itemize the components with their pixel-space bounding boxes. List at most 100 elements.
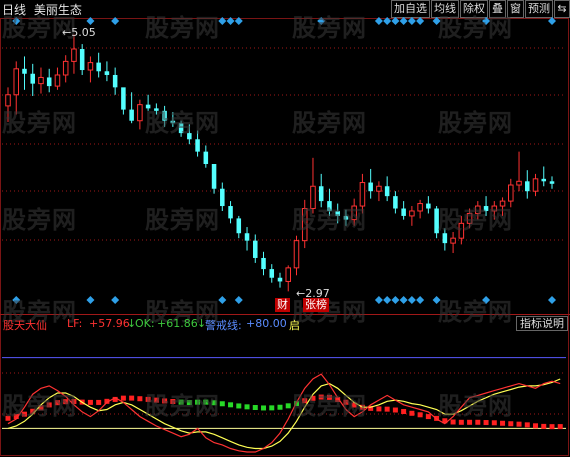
trend-dot xyxy=(417,412,423,418)
candle-body xyxy=(211,164,217,189)
trend-dot xyxy=(129,395,135,401)
candle-body xyxy=(228,206,233,219)
lf-label: LF: xyxy=(67,317,83,330)
trend-dot xyxy=(516,421,522,427)
watermark: 股旁网 xyxy=(292,206,367,234)
watermark: 股旁网 xyxy=(438,14,513,42)
candle-body xyxy=(269,269,275,278)
trend-dot xyxy=(228,402,234,408)
watermark: 股旁网 xyxy=(145,206,220,234)
candle-body xyxy=(253,240,258,258)
signal-diamond xyxy=(86,296,95,304)
watermark: 股旁网 xyxy=(2,392,77,420)
candle-body xyxy=(318,186,324,202)
trend-dot xyxy=(277,404,283,410)
watermark: 股旁网 xyxy=(2,109,77,137)
list-tag[interactable]: 张榜 xyxy=(303,298,329,312)
candle-body xyxy=(532,178,539,192)
candle-body xyxy=(285,267,292,282)
finance-tag[interactable]: 财 xyxy=(275,298,290,312)
cursor-mark: 启 xyxy=(289,319,300,332)
indicator-name: 股天大仙 xyxy=(3,319,47,332)
signal-diamond xyxy=(111,296,120,304)
watermark: 股旁网 xyxy=(292,14,367,42)
ok-value: +61.86 xyxy=(157,317,198,330)
candle-body xyxy=(62,60,69,76)
trend-dot xyxy=(524,422,530,428)
candle-body xyxy=(71,48,77,62)
trend-dot xyxy=(401,408,407,414)
watermark: 股旁网 xyxy=(292,109,367,137)
trend-dot xyxy=(244,404,250,410)
trend-dot xyxy=(500,420,506,426)
candle-body xyxy=(38,76,44,85)
candle-body xyxy=(203,151,209,164)
candle-body xyxy=(79,49,85,71)
candle-body xyxy=(112,74,118,88)
trend-dot xyxy=(96,399,102,405)
trend-dot xyxy=(392,407,398,413)
candle-body xyxy=(121,87,126,110)
candle-body xyxy=(409,210,415,217)
candle-body xyxy=(277,277,283,282)
candle-body xyxy=(516,180,522,186)
trend-dot xyxy=(219,401,225,407)
trend-dot xyxy=(87,399,93,405)
trend-dot xyxy=(557,424,563,430)
candle-body xyxy=(236,218,242,234)
candle-body xyxy=(129,109,134,121)
candle-body xyxy=(508,184,514,202)
high-price-label: ←5.05 xyxy=(62,26,96,39)
watermark: 股旁网 xyxy=(145,392,220,420)
trend-dot xyxy=(409,410,415,416)
candle-body xyxy=(525,181,530,192)
candle-body xyxy=(541,178,547,182)
candle-body xyxy=(46,77,52,87)
trend-dot xyxy=(285,403,291,409)
warn-value: +80.00 xyxy=(246,317,287,330)
trend-dot xyxy=(425,414,431,420)
signal-diamond xyxy=(548,296,556,304)
candle-body xyxy=(22,68,27,74)
signal-diamond xyxy=(234,296,243,304)
ok-label: OK: xyxy=(135,317,155,330)
trend-dot xyxy=(236,403,242,409)
watermark: 股旁网 xyxy=(2,206,77,234)
candle-body xyxy=(195,139,200,152)
candle-body xyxy=(87,62,94,71)
candle-body xyxy=(96,62,101,72)
watermark: 股旁网 xyxy=(145,14,220,42)
candle-body xyxy=(293,240,300,269)
trend-dot xyxy=(508,421,514,427)
candle-body xyxy=(450,237,456,244)
candle-body xyxy=(261,257,266,270)
candle-body xyxy=(417,203,423,212)
trend-dot xyxy=(541,423,547,429)
candle-body xyxy=(393,196,398,209)
signal-diamond xyxy=(407,296,416,304)
signal-diamond xyxy=(383,296,392,304)
candle-body xyxy=(368,182,373,192)
candle-body xyxy=(244,233,250,241)
signal-diamond xyxy=(399,296,408,304)
lf-value: +57.96 xyxy=(89,317,130,330)
candle-body xyxy=(549,181,555,184)
candle-body xyxy=(384,186,390,197)
trend-dot xyxy=(252,405,258,411)
candle-body xyxy=(54,74,61,87)
signal-diamond xyxy=(416,296,425,304)
trend-dot xyxy=(269,405,275,411)
candle-body xyxy=(30,73,35,84)
trend-dot xyxy=(491,420,497,426)
indicator-explain-button[interactable]: 指标说明 xyxy=(516,316,568,331)
trend-dot xyxy=(549,424,555,430)
candle-body xyxy=(13,68,20,96)
signal-diamond xyxy=(391,296,400,304)
high-price-value: 5.05 xyxy=(71,26,96,39)
watermark: 股旁网 xyxy=(438,109,513,137)
watermark: 股旁网 xyxy=(438,206,513,234)
candle-body xyxy=(220,188,225,207)
trend-dot xyxy=(137,396,143,402)
trend-dot xyxy=(261,405,267,411)
candle-body xyxy=(426,203,431,209)
